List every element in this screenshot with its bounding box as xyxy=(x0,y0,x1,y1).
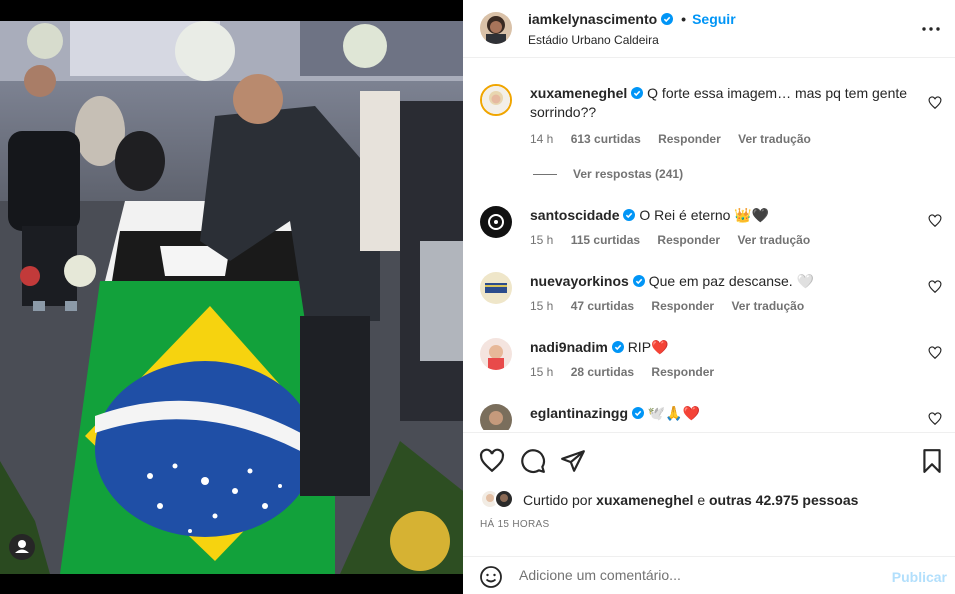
likes-user[interactable]: xuxameneghel xyxy=(596,492,693,508)
comment-body: O Rei é eterno 👑🖤 xyxy=(639,207,770,223)
post-photo[interactable] xyxy=(0,21,463,574)
save-bookmark-icon[interactable] xyxy=(919,448,945,474)
comment-item: santoscidade O Rei é eterno 👑🖤 15 h 115 … xyxy=(480,206,950,266)
view-replies-label: Ver respostas (241) xyxy=(573,167,684,181)
emoji-icon[interactable] xyxy=(479,565,503,589)
more-options-icon[interactable] xyxy=(919,17,943,41)
verified-badge-icon xyxy=(632,275,645,287)
likes-middle: e xyxy=(697,492,706,508)
like-comment-heart-icon[interactable] xyxy=(928,96,942,110)
comment-text: santoscidade O Rei é eterno 👑🖤 xyxy=(530,206,920,225)
commenter-avatar[interactable] xyxy=(480,404,512,430)
follow-button[interactable]: Seguir xyxy=(692,11,736,27)
comment-likes[interactable]: 613 curtidas xyxy=(571,132,641,146)
commenter-avatar[interactable] xyxy=(480,206,512,238)
comment-meta: 14 h 613 curtidas Responder Ver tradução xyxy=(530,132,825,146)
view-replies-button[interactable]: Ver respostas (241) xyxy=(533,167,683,181)
comment-likes[interactable]: 47 curtidas xyxy=(571,299,634,313)
comment-meta: 15 h 115 curtidas Responder Ver tradução xyxy=(530,233,824,247)
comment-body: Que em paz descanse. 🤍 xyxy=(648,273,815,289)
commenter-avatar[interactable] xyxy=(480,272,512,304)
reply-button[interactable]: Responder xyxy=(658,132,721,146)
like-comment-heart-icon[interactable] xyxy=(928,214,942,228)
author-line: iamkelynascimento • Seguir xyxy=(528,11,736,27)
comment-text: eglantinazingg 🕊️🙏❤️ xyxy=(530,404,920,423)
comment-likes[interactable]: 115 curtidas xyxy=(571,233,640,247)
author-username[interactable]: iamkelynascimento xyxy=(528,11,657,27)
translate-button[interactable]: Ver tradução xyxy=(738,132,811,146)
comment-item: eglantinazingg 🕊️🙏❤️ xyxy=(480,404,950,430)
tagged-user-icon[interactable] xyxy=(9,534,35,560)
post-photo-illustration xyxy=(0,21,463,574)
comment-item: nadi9nadim RIP❤️ 15 h 28 curtidas Respon… xyxy=(480,338,950,398)
comment-time[interactable]: 14 h xyxy=(530,132,553,146)
post-actions-bar xyxy=(463,432,955,492)
like-heart-icon[interactable] xyxy=(479,448,505,474)
comment-meta: 15 h 28 curtidas Responder xyxy=(530,365,728,379)
translate-button[interactable]: Ver tradução xyxy=(737,233,810,247)
post-details-panel: iamkelynascimento • Seguir Estádio Urbano … xyxy=(463,0,955,594)
replies-line xyxy=(533,174,557,175)
commenter-username[interactable]: xuxameneghel xyxy=(530,85,627,101)
post-location[interactable]: Estádio Urbano Caldeira xyxy=(528,33,659,47)
comment-time[interactable]: 15 h xyxy=(530,365,553,379)
comment-time[interactable]: 15 h xyxy=(530,233,553,247)
commenter-username[interactable]: nuevayorkinos xyxy=(530,273,629,289)
reply-button[interactable]: Responder xyxy=(651,365,714,379)
author-avatar[interactable] xyxy=(480,12,512,44)
commenter-username[interactable]: santoscidade xyxy=(530,207,619,223)
comment-meta: 15 h 47 curtidas Responder Ver tradução xyxy=(530,299,818,313)
reply-button[interactable]: Responder xyxy=(651,299,714,313)
add-comment-bar: Publicar xyxy=(463,556,955,594)
translate-button[interactable]: Ver tradução xyxy=(731,299,804,313)
verified-badge-icon xyxy=(611,341,624,353)
commenter-avatar[interactable] xyxy=(480,84,512,116)
likes-count[interactable]: outras 42.975 pessoas xyxy=(709,492,858,508)
separator-dot: • xyxy=(681,11,687,27)
comment-item: nuevayorkinos Que em paz descanse. 🤍 15 … xyxy=(480,272,950,332)
verified-badge-icon xyxy=(661,13,674,25)
comment-input[interactable] xyxy=(519,567,879,583)
comments-list[interactable]: xuxameneghel Q forte essa imagem… mas pq… xyxy=(463,70,955,430)
comment-icon[interactable] xyxy=(520,448,546,474)
likes-text: Curtido por xuxameneghel e outras 42.975… xyxy=(523,492,858,508)
comment-body: RIP❤️ xyxy=(627,339,669,355)
post-media-panel xyxy=(0,0,463,594)
like-comment-heart-icon[interactable] xyxy=(928,412,942,426)
verified-badge-icon xyxy=(631,87,644,99)
share-icon[interactable] xyxy=(560,448,586,474)
verified-badge-icon xyxy=(623,209,636,221)
comment-text: nadi9nadim RIP❤️ xyxy=(530,338,920,357)
comment-text: nuevayorkinos Que em paz descanse. 🤍 xyxy=(530,272,920,291)
like-comment-heart-icon[interactable] xyxy=(928,280,942,294)
commenter-username[interactable]: eglantinazingg xyxy=(530,405,628,421)
comment-time[interactable]: 15 h xyxy=(530,299,553,313)
commenter-username[interactable]: nadi9nadim xyxy=(530,339,608,355)
likes-prefix: Curtido por xyxy=(523,492,593,508)
instagram-post-modal: iamkelynascimento • Seguir Estádio Urbano … xyxy=(0,0,955,594)
comment-body: 🕊️🙏❤️ xyxy=(647,405,701,421)
post-header: iamkelynascimento • Seguir Estádio Urbano … xyxy=(463,0,955,58)
reply-button[interactable]: Responder xyxy=(657,233,720,247)
comment-text: xuxameneghel Q forte essa imagem… mas pq… xyxy=(530,84,920,122)
publish-button[interactable]: Publicar xyxy=(892,569,947,585)
liker-avatar[interactable] xyxy=(494,489,514,509)
verified-badge-icon xyxy=(632,407,644,419)
commenter-avatar[interactable] xyxy=(480,338,512,370)
post-timestamp[interactable]: HÁ 15 HORAS xyxy=(480,519,549,530)
comment-likes[interactable]: 28 curtidas xyxy=(571,365,634,379)
like-comment-heart-icon[interactable] xyxy=(928,346,942,360)
